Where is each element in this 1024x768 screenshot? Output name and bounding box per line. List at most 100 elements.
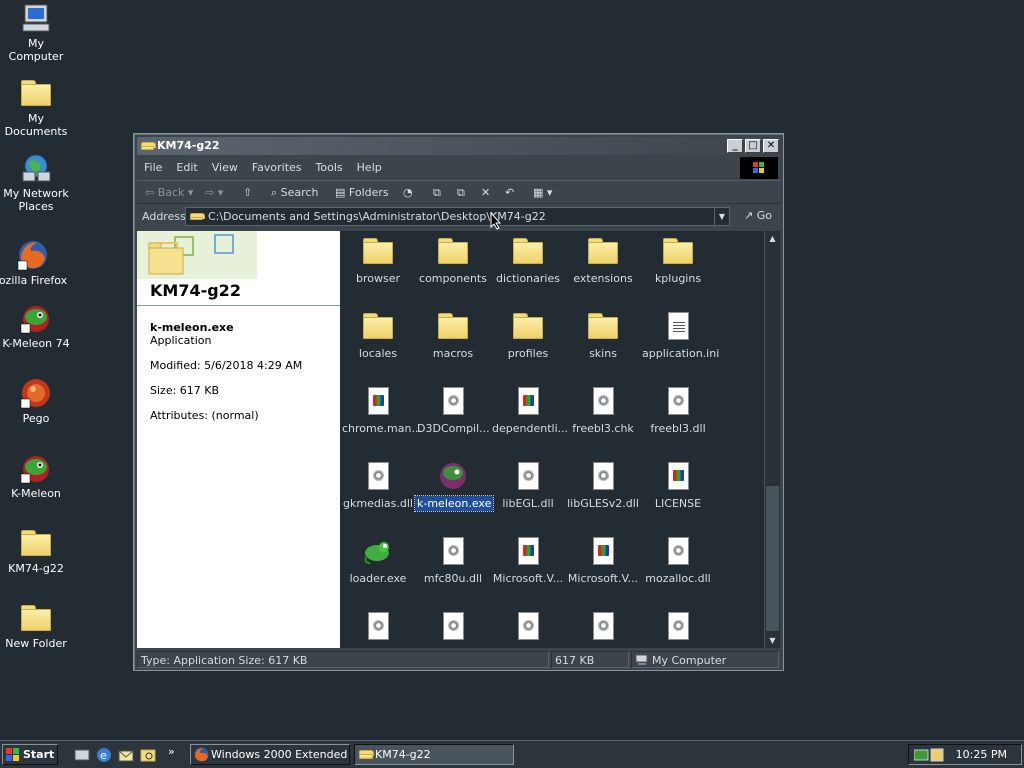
- file-item[interactable]: dependentli...: [490, 385, 568, 436]
- back-button[interactable]: ⇦ Back ▾: [145, 185, 193, 201]
- quicklaunch-more-button[interactable]: »: [168, 745, 175, 758]
- file-item[interactable]: [640, 610, 716, 648]
- file-item[interactable]: macros: [415, 310, 491, 361]
- pane-folder-title: KM74-g22: [150, 281, 241, 300]
- selected-file-attributes: Attributes: (normal): [150, 409, 259, 422]
- go-button[interactable]: ↗ Go: [744, 209, 772, 222]
- file-item[interactable]: libGLESv2.dll: [565, 460, 641, 511]
- file-item[interactable]: profiles: [490, 310, 566, 361]
- outlook-express-icon[interactable]: [118, 747, 134, 763]
- file-label: LICENSE: [654, 497, 702, 510]
- delete-button[interactable]: ✕: [481, 185, 490, 201]
- desktop-icon-label: K-Meleon: [11, 487, 61, 500]
- copy-to-button[interactable]: ⧉: [457, 185, 465, 201]
- system-tray: 10:25 PM: [908, 744, 1022, 765]
- folder-icon: [512, 310, 544, 342]
- file-item[interactable]: [340, 610, 416, 648]
- folders-button[interactable]: ▤ Folders: [335, 185, 389, 201]
- windows-logo-icon: [6, 748, 19, 761]
- desktop-icon-my-computer[interactable]: My Computer: [0, 2, 72, 63]
- show-desktop-icon[interactable]: [74, 747, 90, 763]
- forward-button[interactable]: ⇨ ▾: [205, 185, 223, 201]
- desktop-icon-km74-g22[interactable]: KM74-g22: [0, 527, 72, 575]
- maximize-button[interactable]: □: [745, 139, 761, 153]
- menu-file[interactable]: File: [137, 157, 169, 179]
- file-item[interactable]: libEGL.dll: [490, 460, 566, 511]
- file-item[interactable]: kplugins: [640, 235, 716, 286]
- desktop-icon-my-documents[interactable]: My Documents: [0, 77, 72, 138]
- details-pane: KM74-g22 k-meleon.exe Application Modifi…: [137, 231, 340, 648]
- file-item[interactable]: extensions: [565, 235, 641, 286]
- firefox-icon: [17, 239, 49, 271]
- file-item[interactable]: k-meleon.exe: [413, 460, 495, 512]
- desktop-icon-k-meleon-74[interactable]: K-Meleon 74: [0, 302, 72, 350]
- menu-help[interactable]: Help: [350, 157, 389, 179]
- status-bar: Type: Application Size: 617 KB 617 KB My…: [137, 651, 780, 668]
- folder-icon: [662, 235, 694, 267]
- file-item[interactable]: application.ini: [640, 310, 719, 361]
- file-item[interactable]: gkmedias.dll: [340, 460, 416, 511]
- undo-button[interactable]: ↶: [505, 185, 514, 201]
- task-km74-g22[interactable]: KM74-g22: [354, 744, 514, 765]
- views-button[interactable]: ▦ ▾: [533, 185, 552, 201]
- move-to-button[interactable]: ⧉: [433, 185, 441, 201]
- file-item[interactable]: mfc80u.dll: [415, 535, 491, 586]
- search-button[interactable]: ⌕ Search: [271, 185, 318, 201]
- document-file-icon: [512, 535, 544, 567]
- file-item[interactable]: skins: [565, 310, 641, 361]
- file-item[interactable]: browser: [340, 235, 416, 286]
- address-field[interactable]: C:\Documents and Settings\Administrator\…: [185, 207, 730, 226]
- file-item[interactable]: Microsoft.V...: [565, 535, 641, 586]
- folder-icon: [362, 310, 394, 342]
- menu-favorites[interactable]: Favorites: [245, 157, 309, 179]
- file-item[interactable]: locales: [340, 310, 416, 361]
- close-button[interactable]: ✕: [763, 139, 779, 153]
- tray-icons[interactable]: [914, 747, 946, 763]
- address-dropdown[interactable]: ▼: [714, 208, 729, 225]
- internet-explorer-icon[interactable]: e: [96, 747, 112, 763]
- file-item[interactable]: Microsoft.V...: [490, 535, 566, 586]
- dll-file-icon: [437, 610, 469, 642]
- start-button[interactable]: Start: [2, 744, 58, 765]
- up-folder-button[interactable]: ⇧: [243, 185, 252, 201]
- desktop-icon-my-network-places[interactable]: My Network Places: [0, 152, 72, 213]
- file-item[interactable]: freebl3.dll: [640, 385, 716, 436]
- file-item[interactable]: components: [415, 235, 491, 286]
- scroll-down-button[interactable]: ▼: [765, 633, 780, 648]
- file-item[interactable]: [565, 610, 641, 648]
- file-item[interactable]: LICENSE: [640, 460, 716, 511]
- desktop-icon-pego[interactable]: Pego: [0, 377, 72, 425]
- dll-file-icon: [512, 610, 544, 642]
- dll-file-icon: [437, 535, 469, 567]
- desktop-icon-k-meleon[interactable]: K-Meleon: [0, 452, 72, 500]
- file-item[interactable]: mozalloc.dll: [640, 535, 716, 586]
- file-item[interactable]: [490, 610, 566, 648]
- desktop-icon-firefox[interactable]: ozilla Firefox: [0, 239, 69, 287]
- scroll-thumb[interactable]: [766, 486, 779, 631]
- desktop-icon-new-folder[interactable]: New Folder: [0, 602, 72, 650]
- history-button[interactable]: ◔: [403, 185, 413, 201]
- menu-edit[interactable]: Edit: [169, 157, 204, 179]
- explorer-quicklaunch-icon[interactable]: [140, 747, 156, 763]
- status-info: Type: Application Size: 617 KB: [137, 651, 549, 668]
- back-arrow-icon: ⇦: [145, 186, 155, 199]
- minimize-button[interactable]: _: [727, 139, 743, 153]
- forward-arrow-icon: ⇨: [205, 186, 215, 199]
- file-item[interactable]: D3DCompil...: [415, 385, 491, 436]
- file-item[interactable]: dictionaries: [490, 235, 566, 286]
- file-item[interactable]: [415, 610, 491, 648]
- window-titlebar[interactable]: KM74-g22 _ □ ✕: [137, 137, 780, 155]
- menu-view[interactable]: View: [205, 157, 245, 179]
- desktop-icon-label: ozilla Firefox: [0, 274, 68, 287]
- file-item[interactable]: chrome.man...: [340, 385, 422, 436]
- file-item[interactable]: freebl3.chk: [565, 385, 641, 436]
- scroll-up-button[interactable]: ▲: [765, 231, 780, 246]
- dll-file-icon: [587, 460, 619, 492]
- menu-tools[interactable]: Tools: [309, 157, 350, 179]
- dll-file-icon: [512, 460, 544, 492]
- task-firefox[interactable]: Windows 2000 Extended ...: [190, 744, 350, 765]
- explorer-window: KM74-g22 _ □ ✕ File Edit View Favorites Tool…: [133, 133, 784, 671]
- dll-file-icon: [662, 610, 694, 642]
- vertical-scrollbar[interactable]: ▲ ▼: [764, 231, 780, 648]
- file-item[interactable]: loader.exe: [340, 535, 416, 586]
